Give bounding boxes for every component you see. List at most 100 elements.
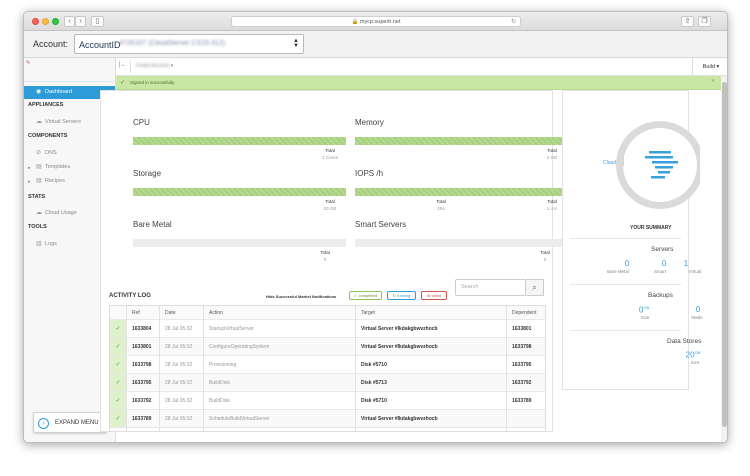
table-header: Ref Date Action Target Dependent (110, 306, 545, 320)
column-divider (159, 306, 160, 431)
browser-toolbar: ‹ › ▯ 🔒 mycp.superb.net ↻ ⇪ ❐ (24, 12, 727, 31)
column-divider (506, 306, 507, 431)
row-target: Virtual Server #lkdakgbwvzhocb (361, 326, 438, 332)
row-ref: 1633801 (132, 344, 152, 350)
sidebar-item-label: Dashboard (45, 89, 72, 95)
table-row[interactable]: ✓ 1633789 28 Jul 05:32 ScheduleBuildVirt… (110, 410, 545, 428)
column-divider (355, 306, 356, 431)
expand-menu-button[interactable]: › EXPAND MENU (33, 412, 107, 433)
total-value: 0 (323, 257, 327, 262)
metric-name: Smart Servers (355, 220, 407, 229)
close-window-icon[interactable] (32, 18, 39, 25)
metric-name: CPU (133, 118, 150, 127)
cloud-icon: ☁ (36, 210, 42, 216)
address-bar[interactable]: 🔒 mycp.superb.net ↻ (231, 16, 521, 27)
usage-bar (355, 137, 568, 145)
row-ref: 1633789 (132, 416, 152, 422)
pill-label: completed (358, 293, 377, 298)
divider (570, 238, 681, 239)
column-ref[interactable]: Ref (132, 306, 140, 320)
caret-right-icon[interactable]: ▸ (28, 165, 31, 171)
table-row[interactable]: ✓ 1633804 28 Jul 05:32 StartupVirtualSer… (110, 320, 545, 338)
column-divider (203, 306, 204, 431)
usage-bar (355, 239, 568, 247)
filter-failed-button[interactable]: ⊗ failed (421, 291, 447, 300)
user-menu[interactable]: Foster Account ▾ (136, 63, 173, 69)
bare-metal-label: Bare Metal (607, 269, 629, 274)
row-action: ScheduleBuildVirtualServer (209, 416, 270, 422)
column-date[interactable]: Date (165, 306, 176, 320)
total-label: Total (436, 199, 446, 204)
row-dependent: 1633792 (512, 380, 532, 386)
sidebar-item-label: Virtual Servers (45, 119, 81, 125)
chevron-right-icon: › (38, 418, 49, 429)
account-select[interactable]: AccountID #726107 (CloudServer CS15-312)… (74, 34, 304, 54)
gauge-label: Cloud (603, 160, 617, 166)
divider (130, 61, 131, 73)
table-row[interactable]: ✓ 1633795 28 Jul 05:32 BuildDisk Disk #5… (110, 374, 545, 392)
page-scrollbar[interactable] (721, 76, 727, 442)
metric-name: Bare Metal (133, 220, 172, 229)
gauge-bar (652, 161, 678, 164)
sidebar-toggle-icon[interactable]: ▯ (91, 16, 104, 27)
column-action[interactable]: Action (209, 306, 223, 320)
share-icon[interactable]: ⇪ (681, 16, 694, 27)
dashboard-icon: ◉ (36, 89, 42, 95)
row-dependent: 1633801 (512, 326, 532, 332)
filter-running-button[interactable]: ↻ running (387, 291, 416, 300)
section-tools: TOOLS (28, 224, 47, 230)
close-icon[interactable]: × (711, 78, 715, 85)
build-button-label: Build (702, 64, 715, 70)
search-icon: ⌕ (532, 283, 537, 292)
sidebar-item-label: DNS (45, 150, 57, 156)
lock-icon: 🔒 (351, 19, 359, 25)
scrollbar-thumb[interactable] (722, 82, 727, 427)
column-dependent[interactable]: Dependent (512, 306, 536, 320)
reload-icon[interactable]: ↻ (511, 17, 516, 27)
usage-bar (133, 188, 346, 196)
hide-notifications-label: Hide Successful Market Notifications (266, 294, 337, 299)
caret-right-icon[interactable]: ▸ (28, 179, 31, 185)
filter-completed-button[interactable]: ✓ completed (349, 291, 382, 300)
row-target: Disk #5710 (361, 362, 387, 368)
back-arrow-icon[interactable]: ‹ (64, 16, 75, 27)
total-label: Total (325, 148, 335, 153)
alert-message: Signed in successfully. (130, 80, 176, 85)
zoom-window-icon[interactable] (52, 18, 59, 25)
table-row[interactable]: ✓ 1633798 28 Jul 05:32 Provisioning Disk… (110, 356, 545, 374)
search-input[interactable]: Search (455, 279, 526, 296)
table-row[interactable]: ✓ 1633801 28 Jul 05:32 ConfigureOperatin… (110, 338, 545, 356)
row-date: 28 Jul 05:32 (165, 416, 193, 422)
table-row[interactable]: ✓ 1633792 28 Jul 05:32 BuildDisk Disk #5… (110, 392, 545, 410)
minimize-window-icon[interactable] (42, 18, 49, 25)
total-value: 204 (437, 206, 445, 211)
account-select-value: AccountID (79, 40, 121, 50)
row-action: Provisioning (209, 362, 237, 368)
metric-name: Memory (355, 118, 384, 127)
total-value: 20 GB (323, 206, 337, 211)
activity-log-table: Ref Date Action Target Dependent ✓ 16338… (109, 305, 546, 432)
bare-metal-count: 0 (624, 259, 630, 268)
row-target: Virtual Server #lkdakgbwvzhocb (361, 416, 438, 422)
backup-size-unit: GB (643, 305, 650, 310)
usage-bar (133, 137, 346, 145)
row-ref: 1633804 (132, 326, 152, 332)
virtual-label: Virtual (688, 269, 702, 274)
templates-icon: ▤ (36, 164, 42, 170)
edit-pencil-icon[interactable]: ✎ (26, 60, 30, 66)
column-target[interactable]: Target (361, 306, 375, 320)
tabs-icon[interactable]: ❐ (698, 16, 711, 27)
build-button[interactable]: Build ▾ (692, 58, 727, 76)
gauge-bar (645, 156, 673, 159)
search-button[interactable]: ⌕ (526, 279, 544, 296)
url-text: mycp.superb.net (359, 19, 401, 25)
collapse-sidebar-icon[interactable]: |← (119, 62, 127, 68)
forward-arrow-icon[interactable]: › (75, 16, 86, 27)
logs-icon: ▥ (36, 241, 42, 247)
gauge-face (623, 128, 697, 202)
row-ref: 1633795 (132, 380, 152, 386)
metric-name: IOPS /h (355, 169, 384, 178)
section-components: COMPONENTS (28, 133, 68, 139)
metric-cpu: CPU Total 1 Cores (133, 118, 346, 160)
metric-bare-metal: Bare Metal Total 0 (133, 220, 346, 262)
